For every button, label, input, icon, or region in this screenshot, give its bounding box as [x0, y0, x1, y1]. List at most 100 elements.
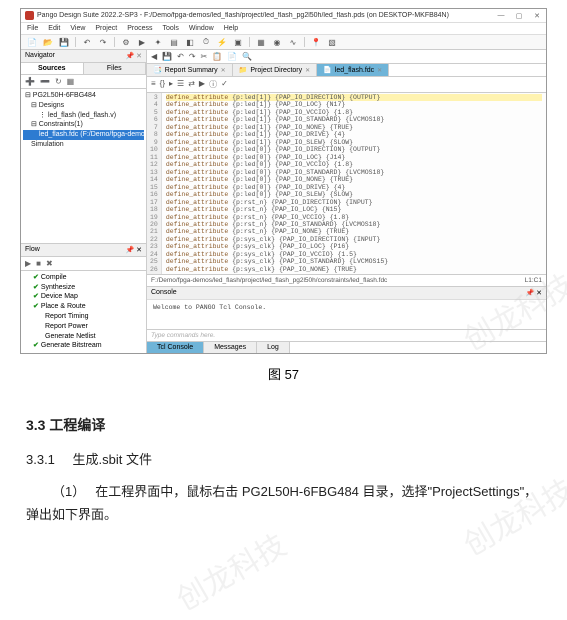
- save-icon[interactable]: 💾: [59, 37, 69, 47]
- check-icon[interactable]: ✓: [221, 79, 228, 90]
- close-tab-icon[interactable]: ✕: [305, 67, 310, 74]
- undo-icon[interactable]: ↶: [82, 37, 92, 47]
- tree-item[interactable]: led_flash.fdc (F:/Demo/fpga-demo: [23, 130, 144, 140]
- power-icon[interactable]: ⚡: [217, 37, 227, 47]
- stop-icon[interactable]: ■: [36, 259, 41, 268]
- list-icon[interactable]: ☰: [177, 79, 184, 90]
- refresh-icon[interactable]: ↻: [55, 77, 62, 86]
- save-icon[interactable]: 💾: [162, 52, 172, 61]
- file-icon: 📄: [323, 66, 332, 74]
- run-icon[interactable]: ▶: [25, 259, 31, 268]
- new-icon[interactable]: 📄: [27, 37, 37, 47]
- flow-item[interactable]: ✔Compile: [23, 273, 144, 283]
- menu-view[interactable]: View: [70, 25, 85, 32]
- check-icon: ✔: [33, 284, 39, 291]
- menu-process[interactable]: Process: [127, 25, 152, 32]
- tab-log[interactable]: Log: [257, 342, 290, 353]
- flow-item[interactable]: ✔Generate Bitstream: [23, 341, 144, 351]
- code-editor[interactable]: 3456789101112131415161718192021222324252…: [147, 93, 546, 274]
- map-icon[interactable]: ▤: [169, 37, 179, 47]
- command-input[interactable]: Type commands here.: [147, 329, 546, 341]
- clean-icon[interactable]: ✖: [46, 259, 53, 268]
- main-toolbar: 📄 📂 💾 ↶ ↷ ⚙ ▶ ✦ ▤ ◧ ⏱ ⚡ ▣ ▦ ◉ ∿ 📍 ▧: [21, 35, 546, 50]
- flow-item[interactable]: Report Power: [23, 322, 144, 332]
- menu-help[interactable]: Help: [224, 25, 238, 32]
- pin-icon[interactable]: 📍: [311, 37, 321, 47]
- view-icon[interactable]: ◉: [272, 37, 282, 47]
- minimize-button[interactable]: —: [496, 12, 506, 20]
- tab-report-summary[interactable]: 📑 Report Summary ✕: [147, 64, 233, 76]
- menu-edit[interactable]: Edit: [48, 25, 60, 32]
- chip-icon[interactable]: ▦: [256, 37, 266, 47]
- pin-icon[interactable]: 📌 ✕: [125, 246, 142, 254]
- remove-icon[interactable]: ➖: [40, 77, 50, 86]
- figure-caption: 图 57: [0, 364, 567, 383]
- paste-icon[interactable]: 📄: [227, 52, 237, 61]
- search-icon[interactable]: 🔍: [242, 52, 252, 61]
- ide-window: Pango Design Suite 2022.2-SP3 - F:/Demo/…: [20, 8, 547, 354]
- tree-item[interactable]: Simulation: [23, 140, 144, 150]
- flow-item[interactable]: ✔Synthesize: [23, 283, 144, 293]
- tab-sources[interactable]: Sources: [21, 63, 84, 74]
- flow-item[interactable]: Report Timing: [23, 312, 144, 322]
- paragraph: （1）在工程界面中，鼠标右击 PG2L50H-6FBG484 目录，选择"Pro…: [26, 480, 541, 527]
- expand-icon[interactable]: ▦: [67, 77, 75, 86]
- pin-icon[interactable]: 📌 ✕: [525, 289, 542, 297]
- play-icon[interactable]: ▶: [199, 79, 205, 90]
- menu-window[interactable]: Window: [189, 25, 214, 32]
- flow-item[interactable]: Generate Netlist: [23, 332, 144, 342]
- console-tabs: Tcl Console Messages Log: [147, 341, 546, 353]
- project-tree: ⊟ PG2L50H-6FBG484⊟ Designs⋮ led_flash (l…: [21, 89, 146, 152]
- tree-item[interactable]: ⊟ Constraints(1): [23, 120, 144, 130]
- tab-label: led_flash.fdc: [335, 67, 374, 74]
- tree-item[interactable]: ⊟ PG2L50H-6FBG484: [23, 91, 144, 101]
- menubar: File Edit View Project Process Tools Win…: [21, 23, 546, 35]
- bit-icon[interactable]: ▣: [233, 37, 243, 47]
- script-icon[interactable]: ≡: [151, 79, 156, 90]
- close-button[interactable]: ✕: [532, 12, 542, 20]
- cog-icon[interactable]: ⚙: [121, 37, 131, 47]
- tab-led-flash-fdc[interactable]: 📄 led_flash.fdc ✕: [317, 64, 389, 76]
- close-tab-icon[interactable]: ✕: [377, 67, 382, 74]
- ed-undo-icon[interactable]: ↶: [177, 52, 184, 61]
- tab-project-directory[interactable]: 📁 Project Directory ✕: [233, 64, 317, 76]
- info-icon[interactable]: ⓘ: [209, 79, 217, 90]
- back-icon[interactable]: ◀: [151, 52, 157, 61]
- tab-messages[interactable]: Messages: [204, 342, 257, 353]
- tab-tcl-console[interactable]: Tcl Console: [147, 342, 204, 353]
- ed-redo-icon[interactable]: ↷: [189, 52, 196, 61]
- flow-item[interactable]: ✔Device Map: [23, 292, 144, 302]
- tree-item[interactable]: ⊟ Designs: [23, 101, 144, 111]
- sim-icon[interactable]: ▶: [137, 37, 147, 47]
- right-pane: ◀ 💾 ↶ ↷ ✂ 📋 📄 🔍 📑 Report Summary ✕ 📁 Pro…: [147, 50, 546, 353]
- cells-icon[interactable]: ▧: [327, 37, 337, 47]
- open-icon[interactable]: 📂: [43, 37, 53, 47]
- menu-project[interactable]: Project: [95, 25, 117, 32]
- scope-icon[interactable]: ∿: [288, 37, 298, 47]
- add-icon[interactable]: ➕: [25, 77, 35, 86]
- brackets-icon[interactable]: {}: [160, 79, 165, 90]
- next-icon[interactable]: ▸: [169, 79, 173, 90]
- pin-icon[interactable]: 📌 ✕: [125, 52, 142, 60]
- console-header: Console 📌 ✕: [147, 286, 546, 299]
- report-icon: 📑: [153, 66, 162, 74]
- cut-icon[interactable]: ✂: [201, 52, 208, 61]
- tab-label: Report Summary: [165, 67, 218, 74]
- syn-icon[interactable]: ✦: [153, 37, 163, 47]
- redo-icon[interactable]: ↷: [98, 37, 108, 47]
- tab-files[interactable]: Files: [84, 63, 147, 74]
- menu-tools[interactable]: Tools: [162, 25, 178, 32]
- close-tab-icon[interactable]: ✕: [221, 67, 226, 74]
- editor-toolbar: ◀ 💾 ↶ ↷ ✂ 📋 📄 🔍: [147, 50, 546, 64]
- h-icon[interactable]: ⇄: [188, 79, 195, 90]
- pnr-icon[interactable]: ◧: [185, 37, 195, 47]
- copy-icon[interactable]: 📋: [212, 52, 222, 61]
- tree-item[interactable]: ⋮ led_flash (led_flash.v): [23, 111, 144, 121]
- app-icon: [25, 11, 34, 20]
- menu-file[interactable]: File: [27, 25, 38, 32]
- maximize-button[interactable]: ▢: [514, 12, 524, 20]
- flow-item[interactable]: ✔Place & Route: [23, 302, 144, 312]
- path-bar: F:/Demo/fpga-demos/led_flash/project/led…: [147, 274, 546, 286]
- watermark: 创龙科技: [167, 521, 293, 619]
- timing-icon[interactable]: ⏱: [201, 37, 211, 47]
